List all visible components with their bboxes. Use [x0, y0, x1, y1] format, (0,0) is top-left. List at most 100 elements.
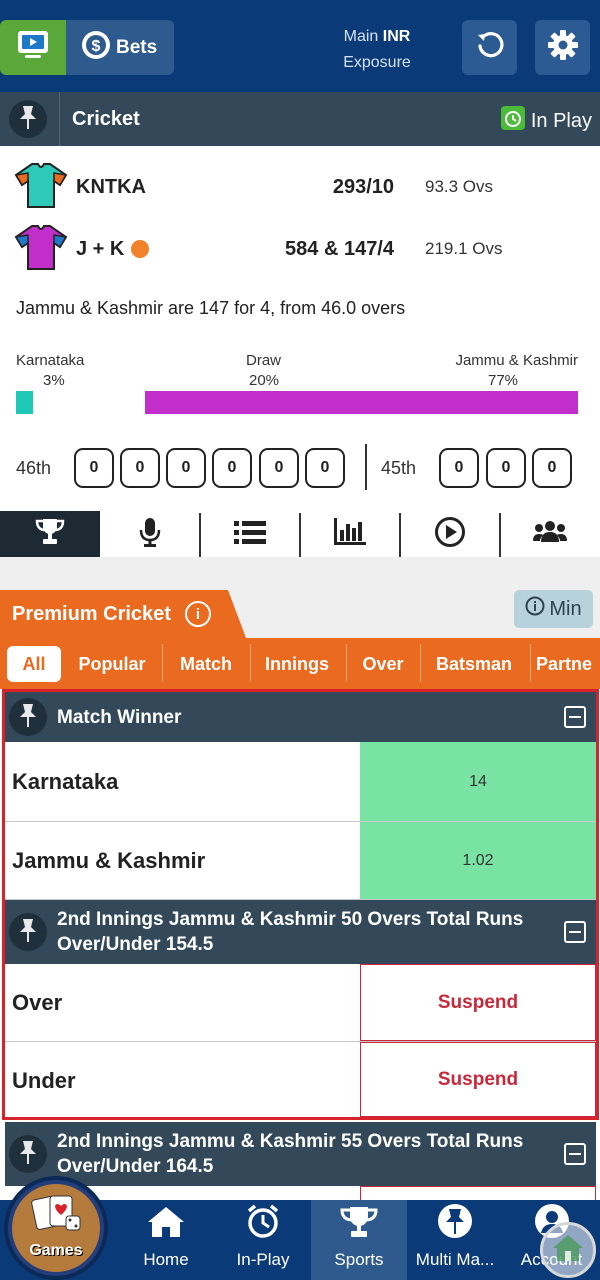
home-icon — [146, 1205, 186, 1250]
floating-home-button[interactable] — [540, 1222, 596, 1278]
pin-button[interactable] — [9, 100, 47, 138]
pin-icon — [17, 702, 39, 733]
pin-button[interactable] — [9, 913, 47, 951]
inplay-label: In Play — [530, 109, 592, 132]
tv-button[interactable] — [0, 20, 66, 75]
odds-button[interactable]: 1.02 — [360, 822, 596, 899]
pin-button[interactable] — [9, 1135, 47, 1173]
tab-list[interactable] — [200, 511, 300, 557]
collapse-icon[interactable] — [564, 706, 586, 728]
playing-cards-icon — [30, 1194, 84, 1243]
tab-trophy[interactable] — [0, 511, 100, 557]
pin-button[interactable] — [9, 698, 47, 736]
market-header-55-overs[interactable]: 2nd Innings Jammu & Kashmir 55 Overs Tot… — [5, 1122, 596, 1186]
filter-batsman[interactable]: Batsman — [424, 646, 524, 682]
home-icon — [551, 1233, 585, 1268]
runner-row: Under Suspend — [5, 1042, 596, 1118]
prob-draw-percent: 20% — [249, 372, 280, 389]
team1-name: KNTKA — [76, 175, 146, 198]
win-probability-bar — [16, 391, 578, 414]
suspended-odds: Suspend — [360, 1042, 596, 1117]
prob-team1-percent: 3% — [43, 372, 65, 389]
ball: 0 — [439, 448, 479, 488]
ball: 0 — [212, 448, 252, 488]
info-icon[interactable]: i — [184, 601, 211, 627]
premium-cricket-tab[interactable]: Premium Cricket i — [0, 590, 246, 638]
trophy-icon — [339, 1205, 379, 1250]
current-over-label: 46th — [16, 458, 52, 478]
nav-sports-label: Sports — [334, 1250, 384, 1269]
prob-team2-label: Jammu & Kashmir — [455, 352, 578, 369]
nav-home-label: Home — [143, 1250, 189, 1269]
bar-chart-icon — [334, 517, 366, 551]
team2-overs: 219.1 Ovs — [425, 239, 503, 258]
odds-button[interactable]: 14 — [360, 742, 596, 821]
collapse-icon[interactable] — [564, 1143, 586, 1165]
games-button[interactable]: Games — [4, 1176, 108, 1280]
divider — [59, 92, 60, 146]
team1-overs: 93.3 Ovs — [425, 177, 494, 196]
microphone-icon — [138, 516, 162, 553]
nav-sports[interactable]: Sports — [311, 1200, 407, 1280]
prob-bar-team2 — [145, 391, 578, 414]
ball: 0 — [532, 448, 572, 488]
runner-row: Jammu & Kashmir 1.02 — [5, 822, 596, 900]
tab-commentary[interactable] — [100, 511, 200, 557]
games-label: Games — [29, 1242, 83, 1259]
bets-button[interactable]: $ Bets — [66, 20, 174, 75]
runner-name: Under — [12, 1068, 76, 1093]
team1-score: 293/10 — [332, 175, 394, 198]
team2-name: J + K — [76, 237, 125, 260]
market-header-50-overs[interactable]: 2nd Innings Jammu & Kashmir 50 Overs Tot… — [5, 900, 596, 964]
runner-name: Over — [12, 990, 63, 1015]
match-status: Jammu & Kashmir are 147 for 4, from 46.0… — [16, 298, 406, 318]
alarm-clock-icon — [245, 1203, 281, 1250]
divider — [365, 444, 367, 490]
nav-multi-label: Multi Ma... — [415, 1250, 495, 1269]
prob-team2-percent: 77% — [488, 372, 519, 389]
ball: 0 — [166, 448, 206, 488]
users-icon — [533, 520, 567, 549]
divider — [530, 644, 531, 682]
nav-multi-markets[interactable]: Multi Ma... — [407, 1200, 503, 1280]
runner-name: Karnataka — [12, 769, 119, 794]
prob-bar-team1 — [16, 391, 33, 414]
divider — [346, 644, 347, 682]
team1-row: KNTKA 293/10 93.3 Ovs — [14, 162, 574, 212]
refresh-button[interactable] — [462, 20, 517, 75]
market-header-match-winner[interactable]: Match Winner — [5, 692, 596, 742]
filter-popular[interactable]: Popular — [66, 646, 158, 682]
divider — [162, 644, 163, 682]
bets-label: Bets — [116, 36, 158, 58]
filter-match[interactable]: Match — [166, 646, 246, 682]
filter-partnership[interactable]: Partne — [536, 646, 600, 682]
nav-inplay[interactable]: In-Play — [215, 1200, 311, 1280]
nav-home[interactable]: Home — [117, 1200, 215, 1280]
tab-squads[interactable] — [500, 511, 600, 557]
pin-icon — [17, 1139, 39, 1170]
exposure-label: Exposure — [343, 54, 411, 71]
tab-video[interactable] — [400, 511, 500, 557]
prob-bar-draw — [32, 391, 146, 414]
premium-title: Premium Cricket — [12, 602, 171, 625]
settings-button[interactable] — [535, 20, 590, 75]
divider — [250, 644, 251, 682]
runner-row: Karnataka 14 — [5, 742, 596, 822]
filter-all[interactable]: All — [7, 646, 61, 682]
tab-stats[interactable] — [300, 511, 400, 557]
games-badge: Games — [12, 1184, 100, 1272]
market-title: 2nd Innings Jammu & Kashmir 55 Overs Tot… — [57, 1131, 524, 1177]
collapse-icon[interactable] — [564, 921, 586, 943]
team2-row: J + K 584 & 147/4 219.1 Ovs — [14, 224, 574, 274]
runner-row: Over Suspend — [5, 964, 596, 1042]
ball: 0 — [305, 448, 345, 488]
inplay-indicator: In Play — [500, 106, 592, 136]
balance-info: Main INR Exposure — [330, 24, 424, 76]
filter-innings[interactable]: Innings — [254, 646, 340, 682]
ball: 0 — [259, 448, 299, 488]
list-icon — [234, 519, 266, 550]
min-button[interactable]: Min — [514, 590, 593, 628]
runner-name: Jammu & Kashmir — [12, 848, 206, 873]
filter-over[interactable]: Over — [350, 646, 416, 682]
market-filters: All Popular Match Innings Over Batsman P… — [0, 638, 600, 689]
